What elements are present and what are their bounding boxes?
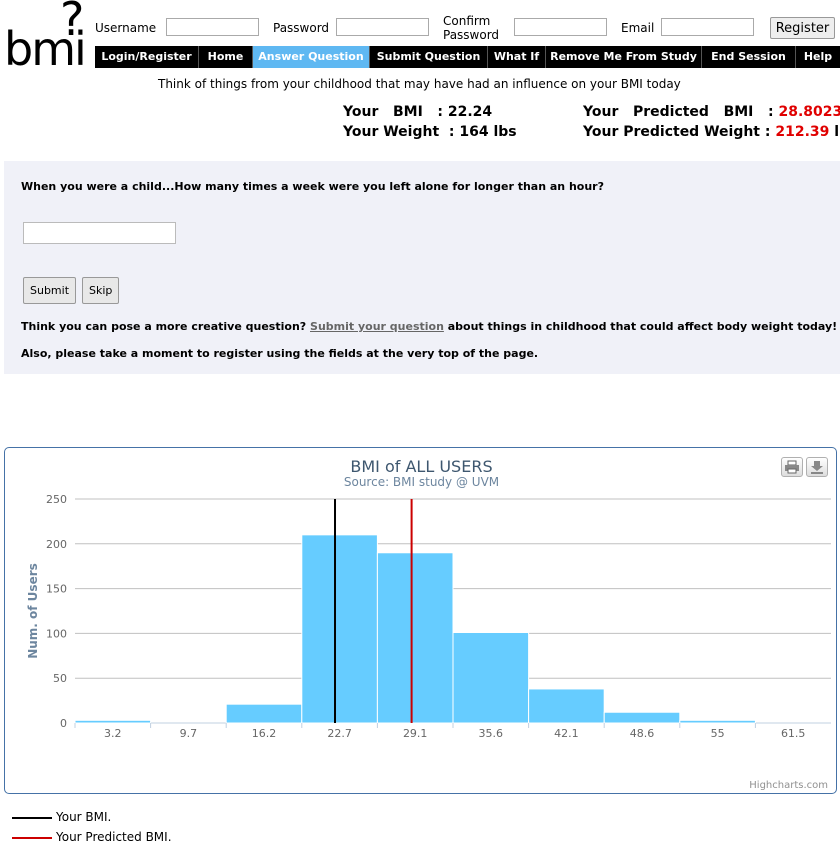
histogram-bar: [225, 703, 303, 724]
x-tick-label: 29.1: [403, 727, 428, 740]
submit-question-link[interactable]: Submit your question: [310, 320, 444, 333]
x-tick-label: 9.7: [180, 727, 198, 740]
y-tick-label: 150: [46, 583, 67, 596]
predicted-bmi-value: 28.80232: [778, 104, 840, 120]
username-input[interactable]: [166, 18, 259, 36]
nav-remove-me[interactable]: Remove Me From Study: [546, 46, 702, 68]
y-tick-label: 0: [60, 717, 67, 730]
legend-line-black: [12, 816, 52, 819]
histogram-bar: [74, 719, 152, 724]
confirm-password-label-line2: Password: [443, 28, 500, 42]
skip-button[interactable]: Skip: [82, 277, 120, 304]
bmi-value: 22.24: [447, 104, 493, 120]
nav-submit-question[interactable]: Submit Question: [370, 46, 488, 68]
answer-input[interactable]: [23, 222, 176, 244]
predicted-stats: Your Predicted BMI : 28.80232 Your Predi…: [583, 102, 840, 142]
nav-login-register[interactable]: Login/Register: [95, 46, 199, 68]
weight-label: Your Weight :: [343, 124, 455, 140]
legend-predicted-bmi: Your Predicted BMI.: [12, 830, 172, 844]
x-tick-label: 61.5: [781, 727, 806, 740]
y-tick-label: 200: [46, 538, 67, 551]
email-input[interactable]: [661, 18, 754, 36]
main-nav: Login/Register Home Answer Question Subm…: [95, 46, 840, 68]
bmi-label: Your BMI :: [343, 104, 443, 120]
username-label: Username: [95, 21, 157, 35]
legend-your-bmi: Your BMI.: [12, 810, 111, 824]
histogram-bar: [528, 688, 605, 724]
bmi-chart: BMI of ALL USERS Source: BMI study @ UVM…: [4, 447, 837, 794]
current-stats: Your BMI : 22.24 Your Weight : 164 lbs: [343, 102, 517, 142]
histogram-bar: [376, 552, 454, 724]
password-label: Password: [273, 21, 330, 35]
nav-help[interactable]: Help: [796, 46, 840, 68]
register-button[interactable]: Register: [770, 17, 835, 39]
histogram-bar: [301, 534, 378, 724]
x-tick-label: 22.7: [327, 727, 352, 740]
chart-credits[interactable]: Highcharts.com: [749, 780, 828, 791]
question-text: When you were a child...How many times a…: [21, 180, 604, 193]
chart-plot: 0 50 100 150 200 250 3.2 9.7 16.2 22.7 29.1 35.6 42.…: [26, 493, 831, 740]
legend-your-bmi-label: Your BMI.: [56, 810, 112, 824]
registration-bar: Username Password Confirm Password Email…: [0, 14, 840, 44]
y-axis-label: Num. of Users: [26, 563, 40, 659]
x-tick-label: 16.2: [252, 727, 277, 740]
legend-predicted-bmi-label: Your Predicted BMI.: [56, 830, 172, 844]
y-tick-label: 50: [53, 672, 67, 685]
register-reminder: Also, please take a moment to register u…: [21, 347, 539, 360]
histogram-bar: [603, 711, 681, 724]
predicted-bmi-label: Your Predicted BMI :: [583, 104, 774, 120]
histogram-bar: [679, 719, 756, 724]
nav-end-session[interactable]: End Session: [702, 46, 796, 68]
confirm-password-input[interactable]: [514, 18, 607, 36]
pose-question-text: Think you can pose a more creative quest…: [21, 320, 837, 333]
nav-answer-question[interactable]: Answer Question: [253, 46, 370, 68]
x-tick-label: 55: [711, 727, 725, 740]
predicted-weight-value: 212.39: [775, 124, 830, 140]
y-tick-label: 250: [46, 493, 67, 506]
weight-value: 164 lbs: [459, 124, 517, 140]
nav-home[interactable]: Home: [199, 46, 253, 68]
x-tick-label: 42.1: [554, 727, 579, 740]
question-panel: When you were a child...How many times a…: [4, 161, 840, 374]
tagline: Think of things from your childhood that…: [158, 77, 681, 91]
x-tick-label: 3.2: [104, 727, 122, 740]
password-input[interactable]: [336, 18, 429, 36]
x-tick-label: 48.6: [630, 727, 655, 740]
confirm-password-label-line1: Confirm: [443, 14, 491, 28]
x-tick-label: 35.6: [479, 727, 504, 740]
email-label: Email: [621, 21, 655, 35]
nav-what-if[interactable]: What If: [488, 46, 546, 68]
histogram-bar: [452, 632, 530, 724]
y-tick-label: 100: [46, 627, 67, 640]
predicted-weight-unit: lbs: [834, 124, 840, 140]
pose-after: about things in childhood that could aff…: [447, 320, 838, 333]
pose-before: Think you can pose a more creative quest…: [21, 320, 307, 333]
legend-line-red: [12, 836, 52, 839]
predicted-weight-label: Your Predicted Weight :: [583, 124, 771, 140]
submit-button[interactable]: Submit: [23, 277, 77, 304]
